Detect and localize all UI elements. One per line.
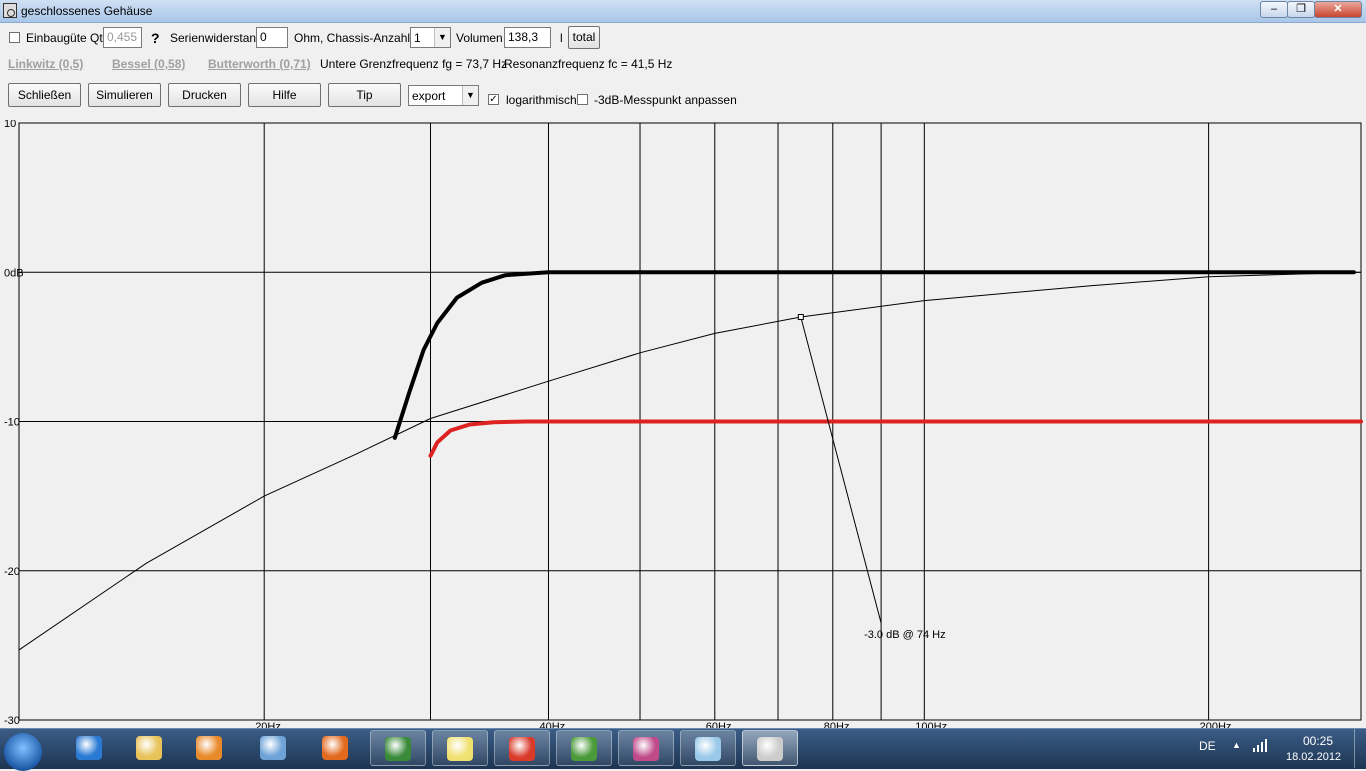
logarithmisch-label: logarithmisch xyxy=(506,93,577,107)
schliessen-button[interactable]: Schließen xyxy=(8,83,81,107)
notes-icon xyxy=(447,737,473,761)
taskbar-item-chrome[interactable] xyxy=(494,730,550,766)
chevron-down-icon[interactable]: ▼ xyxy=(434,28,450,47)
explorer-icon xyxy=(136,736,162,760)
resonanzfrequenz-text: Resonanzfrequenz fc = 41,5 Hz xyxy=(504,57,673,71)
qtc-field[interactable]: 0,455 xyxy=(103,27,142,48)
einbaugute-label: Einbaugüte Qtc xyxy=(26,31,109,45)
firefox-icon xyxy=(322,736,348,760)
simulieren-button[interactable]: Simulieren xyxy=(88,83,161,107)
show-desktop-button[interactable] xyxy=(1354,729,1366,768)
3d-app-icon xyxy=(633,737,659,761)
messpunkt-checkbox[interactable] xyxy=(577,94,588,105)
title-bar[interactable] xyxy=(0,0,1366,23)
total-button[interactable]: total xyxy=(568,26,600,49)
taskbar-item-notes[interactable] xyxy=(432,730,488,766)
speaker-app-icon xyxy=(757,737,783,761)
export-select[interactable]: export ▼ xyxy=(408,85,479,106)
y-tick-label: -30 xyxy=(4,715,20,727)
media-player-icon xyxy=(196,736,222,760)
export-value: export xyxy=(412,89,446,103)
einbaugute-checkbox[interactable] xyxy=(9,32,20,43)
serienwiderstand-field[interactable]: 0 xyxy=(256,27,288,48)
y-tick-label: 10 xyxy=(4,120,16,130)
circuit-app-icon xyxy=(385,737,411,761)
y-tick-label: 0dB xyxy=(4,267,24,279)
close-button[interactable]: ✕ xyxy=(1314,1,1362,18)
taskbar-item-speaker-app[interactable] xyxy=(742,730,798,766)
volumen-field[interactable]: 138,3 xyxy=(504,27,551,48)
taskbar-item-firefox[interactable] xyxy=(308,730,364,766)
document-app-icon xyxy=(695,737,721,761)
control-panel-icon xyxy=(260,736,286,760)
logarithmisch-checkbox[interactable]: ✓ xyxy=(488,94,499,105)
app-icon xyxy=(3,3,17,18)
clock-time[interactable]: 00:25 xyxy=(1298,734,1338,748)
taskbar-item-control-panel[interactable] xyxy=(246,730,302,766)
chassis-select[interactable]: 1 ▼ xyxy=(410,27,451,48)
help-mark[interactable]: ? xyxy=(151,30,160,46)
messpunkt-label: -3dB-Messpunkt anpassen xyxy=(594,93,737,107)
ohm-label: Ohm, Chassis-Anzahl xyxy=(294,31,411,45)
tray-arrow-icon[interactable]: ▲ xyxy=(1232,740,1241,750)
taskbar-item-globe-app[interactable] xyxy=(556,730,612,766)
maximize-button[interactable]: ❐ xyxy=(1287,1,1315,18)
preset-butterworth[interactable]: Butterworth (0,71) xyxy=(208,57,311,71)
y-tick-label: -10 xyxy=(4,417,20,429)
tip-button[interactable]: Tip xyxy=(328,83,401,107)
grenzfrequenz-text: Untere Grenzfrequenz fg = 73,7 Hz xyxy=(320,57,508,71)
language-indicator[interactable]: DE xyxy=(1199,739,1216,753)
chassis-value: 1 xyxy=(414,31,421,45)
taskbar-item-media-player[interactable] xyxy=(182,730,238,766)
y-tick-label: -20 xyxy=(4,566,20,578)
volumen-label: Volumen xyxy=(456,31,503,45)
clock-date[interactable]: 18.02.2012 xyxy=(1286,751,1341,763)
frequency-response-chart[interactable]: 100dB-10-20-30 20Hz 40Hz 60Hz 80Hz 100Hz 200Hz… xyxy=(0,120,1366,732)
measure-point-marker xyxy=(797,314,804,321)
preset-bessel[interactable]: Bessel (0,58) xyxy=(112,57,185,71)
window-title: geschlossenes Gehäuse xyxy=(21,4,153,18)
start-button[interactable] xyxy=(4,733,42,771)
preset-linkwitz[interactable]: Linkwitz (0,5) xyxy=(8,57,83,71)
ie-icon xyxy=(76,736,102,760)
taskbar-item-3d-app[interactable] xyxy=(618,730,674,766)
hilfe-button[interactable]: Hilfe xyxy=(248,83,321,107)
taskbar-item-ie[interactable] xyxy=(62,730,118,766)
chevron-down-icon[interactable]: ▼ xyxy=(462,86,478,105)
minimize-button[interactable]: – xyxy=(1260,1,1288,18)
chrome-icon xyxy=(509,737,535,761)
annotation-label: -3.0 dB @ 74 Hz xyxy=(864,629,945,641)
globe-app-icon xyxy=(571,737,597,761)
unit-label: l xyxy=(560,31,563,45)
network-signal-icon[interactable] xyxy=(1252,737,1268,753)
taskbar-item-explorer[interactable] xyxy=(122,730,178,766)
serienwiderstand-label: Serienwiderstand xyxy=(170,31,263,45)
drucken-button[interactable]: Drucken xyxy=(168,83,241,107)
taskbar-item-circuit-app[interactable] xyxy=(370,730,426,766)
taskbar-item-document-app[interactable] xyxy=(680,730,736,766)
